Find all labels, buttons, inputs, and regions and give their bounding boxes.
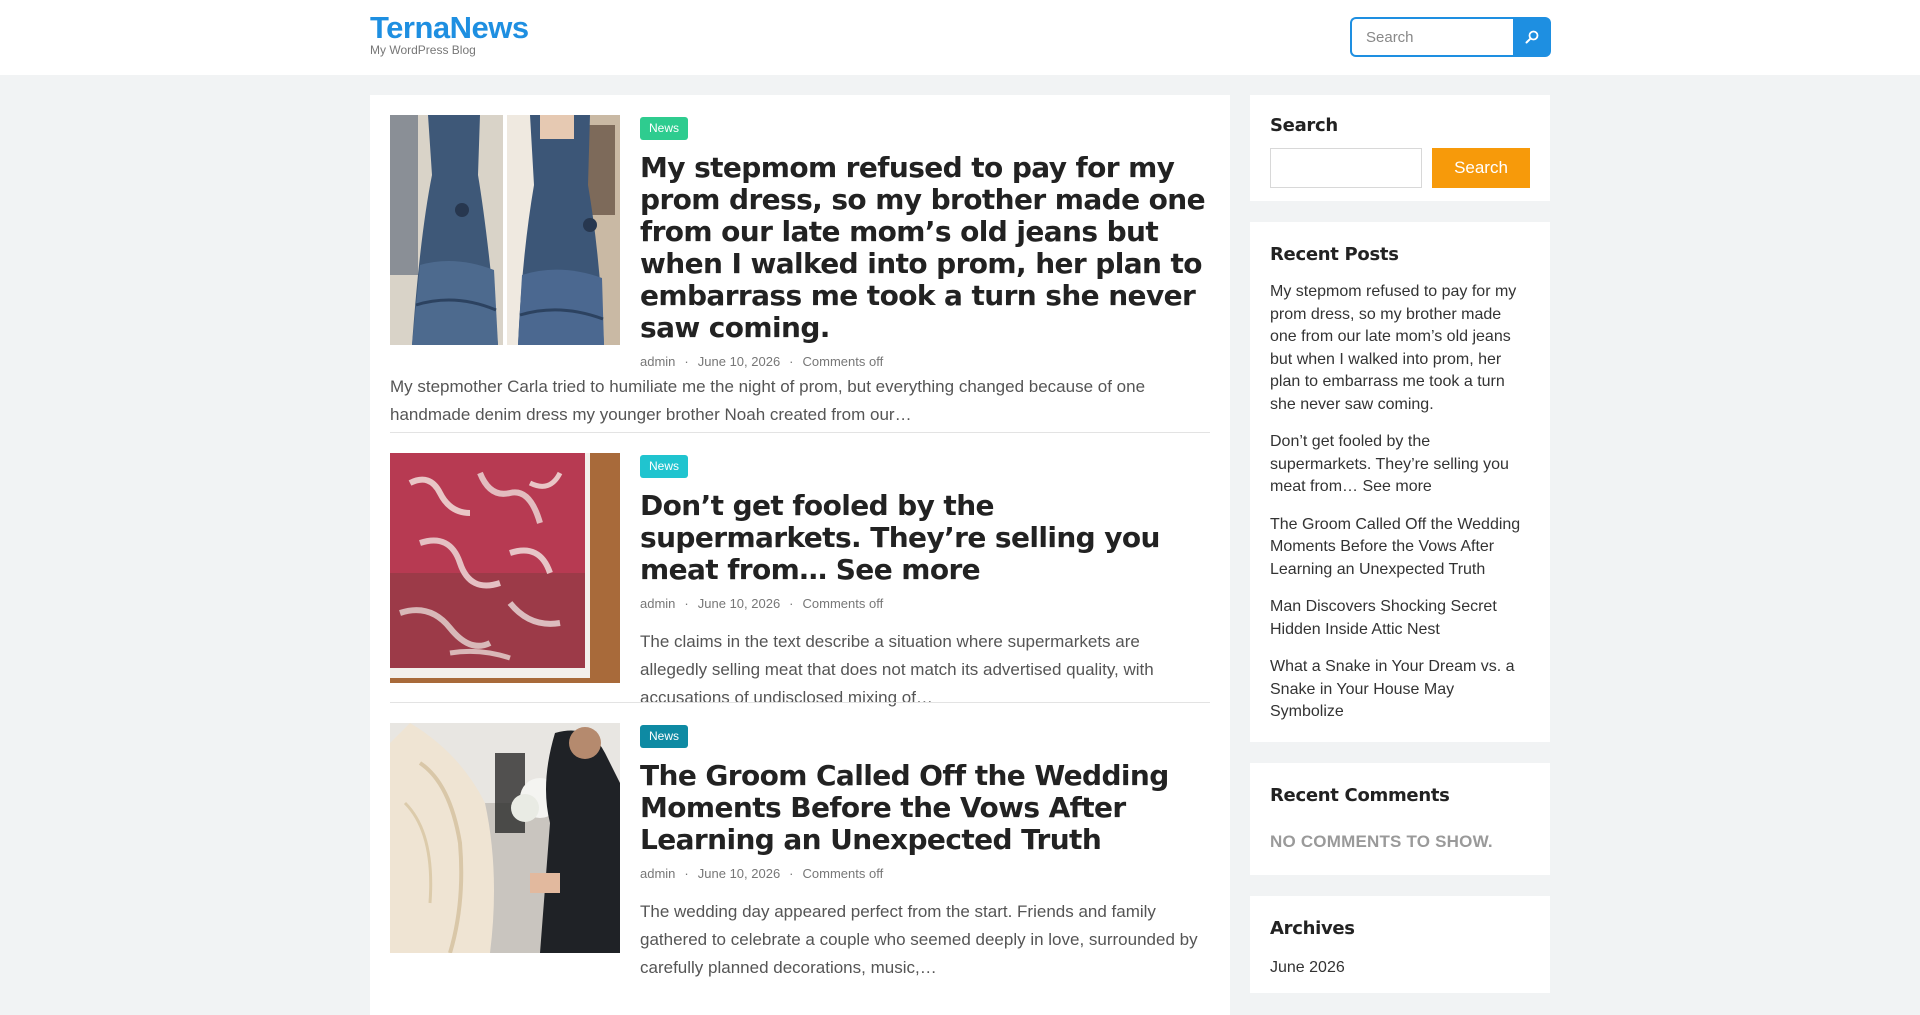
post-author[interactable]: admin bbox=[640, 354, 675, 369]
post-meta: admin · June 10, 2026 · Comments off bbox=[640, 866, 1210, 884]
post-meta: admin · June 10, 2026 · Comments off bbox=[640, 354, 1210, 372]
category-badge[interactable]: News bbox=[640, 455, 689, 478]
sidebar-search-input[interactable] bbox=[1270, 148, 1422, 188]
meta-separator: · bbox=[684, 354, 689, 369]
widget-title: Search bbox=[1270, 115, 1338, 136]
wedding-image bbox=[390, 723, 620, 953]
search-icon bbox=[1525, 30, 1539, 44]
site-header: TernaNews My WordPress Blog bbox=[0, 0, 1920, 75]
post-card: News My stepmom refused to pay for my pr… bbox=[390, 115, 1210, 425]
post-author[interactable]: admin bbox=[640, 596, 675, 611]
post-date[interactable]: June 10, 2026 bbox=[698, 866, 780, 881]
post-title[interactable]: My stepmom refused to pay for my prom dr… bbox=[640, 152, 1210, 344]
meat-image bbox=[390, 453, 620, 683]
post-body: News The Groom Called Off the Wedding Mo… bbox=[640, 723, 1210, 982]
category-badge[interactable]: News bbox=[640, 725, 689, 748]
recent-post-link[interactable]: What a Snake in Your Dream vs. a Snake i… bbox=[1270, 656, 1530, 724]
post-card: News Don’t get fooled by the supermarket… bbox=[390, 453, 1210, 707]
recent-post-link[interactable]: Don’t get fooled by the supermarkets. Th… bbox=[1270, 431, 1530, 499]
prom-dress-image bbox=[390, 115, 620, 345]
archive-link[interactable]: June 2026 bbox=[1270, 957, 1530, 980]
post-body: News Don’t get fooled by the supermarket… bbox=[640, 453, 1210, 712]
post-excerpt: The wedding day appeared perfect from th… bbox=[640, 902, 1198, 977]
sidebar-search-button[interactable]: Search bbox=[1432, 148, 1530, 188]
recent-posts-list: My stepmom refused to pay for my prom dr… bbox=[1270, 281, 1530, 724]
archives-widget: Archives June 2026 bbox=[1250, 896, 1550, 993]
post-excerpt: The claims in the text describe a situat… bbox=[640, 632, 1154, 707]
post-meta: admin · June 10, 2026 · Comments off bbox=[640, 596, 1210, 614]
widget-title: Recent Posts bbox=[1270, 244, 1399, 265]
meta-separator: · bbox=[789, 866, 794, 881]
meta-separator: · bbox=[684, 596, 689, 611]
post-thumbnail-meat[interactable] bbox=[390, 453, 620, 683]
post-excerpt: My stepmother Carla tried to humiliate m… bbox=[390, 377, 1146, 424]
post-divider bbox=[390, 702, 1210, 703]
recent-comments-widget: Recent Comments NO COMMENTS TO SHOW. bbox=[1250, 763, 1550, 875]
no-comments-message: NO COMMENTS TO SHOW. bbox=[1270, 832, 1493, 851]
site-branding: TernaNews My WordPress Blog bbox=[370, 10, 529, 57]
post-comments: Comments off bbox=[802, 866, 884, 881]
header-search-input[interactable] bbox=[1350, 17, 1513, 57]
recent-post-link[interactable]: Man Discovers Shocking Secret Hidden Ins… bbox=[1270, 596, 1530, 641]
meta-separator: · bbox=[789, 596, 794, 611]
search-widget: Search Search bbox=[1250, 95, 1550, 201]
archives-list: June 2026 bbox=[1270, 957, 1530, 980]
widget-title: Recent Comments bbox=[1270, 785, 1450, 806]
sidebar-search-form: Search bbox=[1270, 148, 1530, 188]
post-card: News The Groom Called Off the Wedding Mo… bbox=[390, 723, 1210, 983]
post-comments: Comments off bbox=[802, 354, 884, 369]
post-title[interactable]: Don’t get fooled by the supermarkets. Th… bbox=[640, 490, 1210, 586]
recent-post-link[interactable]: My stepmom refused to pay for my prom dr… bbox=[1270, 281, 1530, 416]
widget-title: Archives bbox=[1270, 918, 1355, 939]
meta-separator: · bbox=[789, 354, 794, 369]
post-date[interactable]: June 10, 2026 bbox=[698, 354, 780, 369]
recent-post-link[interactable]: The Groom Called Off the Wedding Moments… bbox=[1270, 514, 1530, 582]
category-badge[interactable]: News bbox=[640, 117, 689, 140]
post-date[interactable]: June 10, 2026 bbox=[698, 596, 780, 611]
site-title[interactable]: TernaNews bbox=[370, 10, 529, 46]
post-list: News My stepmom refused to pay for my pr… bbox=[370, 95, 1230, 1015]
post-body: News My stepmom refused to pay for my pr… bbox=[640, 115, 1210, 372]
meta-separator: · bbox=[684, 866, 689, 881]
header-search-form bbox=[1350, 17, 1551, 57]
post-comments: Comments off bbox=[802, 596, 884, 611]
post-divider bbox=[390, 432, 1210, 433]
post-thumbnail-wedding[interactable] bbox=[390, 723, 620, 953]
post-author[interactable]: admin bbox=[640, 866, 675, 881]
recent-posts-widget: Recent Posts My stepmom refused to pay f… bbox=[1250, 222, 1550, 742]
header-search-button[interactable] bbox=[1513, 17, 1551, 57]
post-thumbnail-prom-dress[interactable] bbox=[390, 115, 620, 345]
post-title[interactable]: The Groom Called Off the Wedding Moments… bbox=[640, 760, 1210, 856]
